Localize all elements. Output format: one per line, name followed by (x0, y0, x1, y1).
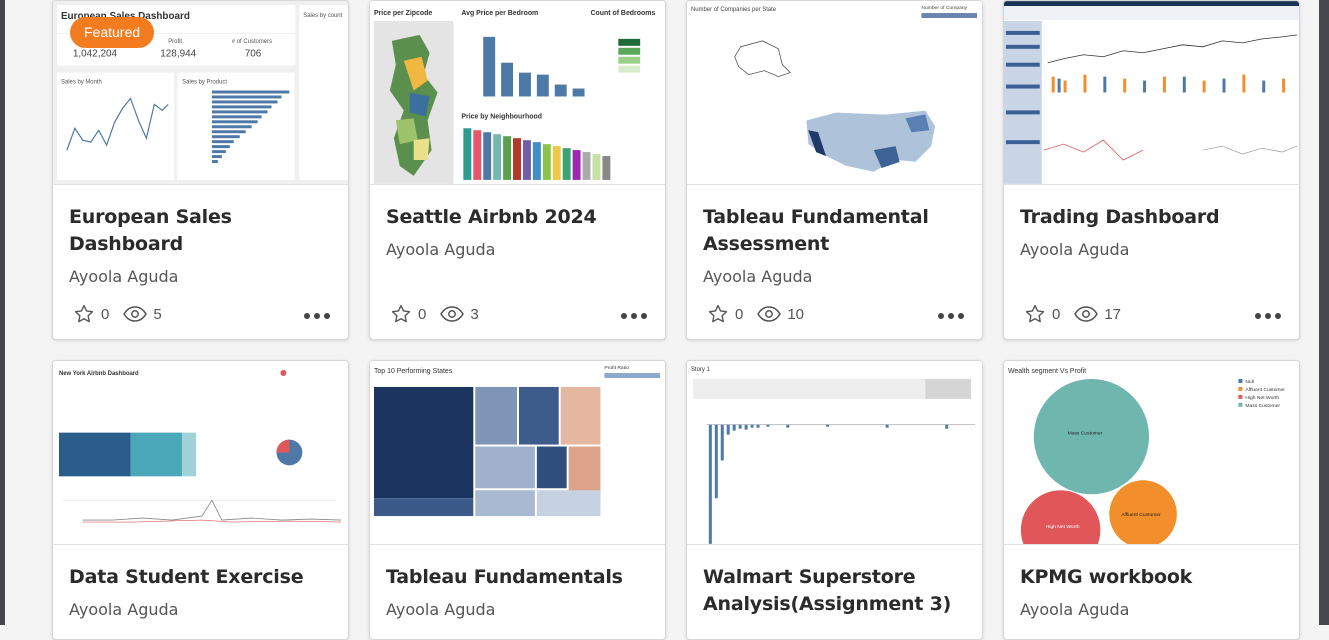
eye-icon (757, 306, 782, 322)
svg-text:Avg Price per Bedroom: Avg Price per Bedroom (461, 10, 538, 17)
svg-text:1,042,204: 1,042,204 (73, 49, 118, 60)
svg-text:New York Airbnb Dashboard: New York Airbnb Dashboard (59, 371, 139, 377)
workbook-card-seattle-airbnb[interactable]: Price per Zipcode Avg Price per Bedroom … (369, 0, 666, 340)
svg-text:Profit: Profit (168, 39, 182, 45)
workbook-card-tableau-fundamentals[interactable]: Top 10 Performing States Profit Ratio Ta… (369, 360, 666, 640)
favorite-button[interactable]: 0 (1024, 303, 1060, 325)
svg-text:Count of Bedrooms: Count of Bedrooms (591, 10, 656, 17)
workbook-thumbnail[interactable]: Number of Companies per State Number of … (687, 1, 982, 185)
svg-text:Affluent Customer: Affluent Customer (1121, 512, 1161, 518)
more-options-button[interactable] (304, 313, 330, 319)
svg-text:128,944: 128,944 (160, 49, 196, 60)
workbook-card-european-sales[interactable]: European Sales Dashboard Profit # of Cus… (52, 0, 349, 340)
views: 10 (757, 305, 804, 323)
workbook-thumbnail[interactable]: New York Airbnb Dashboard (53, 361, 348, 545)
star-icon (391, 304, 411, 323)
workbook-title[interactable]: Data Student Exercise (69, 564, 332, 591)
workbook-card-kpmg[interactable]: Wealth segment Vs Profit Mass Customer H… (1003, 360, 1300, 640)
favorite-button[interactable]: 0 (390, 303, 426, 325)
svg-text:Price by Neighbourhood: Price by Neighbourhood (461, 113, 542, 120)
svg-text:Mass Customer: Mass Customer (1068, 431, 1103, 437)
svg-text:Price per Zipcode: Price per Zipcode (374, 10, 432, 17)
svg-text:Number of Company: Number of Company (921, 5, 967, 11)
workbook-thumbnail[interactable] (1004, 1, 1299, 185)
views: 17 (1074, 305, 1121, 323)
svg-text:High Net Worth: High Net Worth (1245, 395, 1279, 401)
svg-text:Sales by count: Sales by count (303, 13, 342, 19)
favorite-button[interactable]: 0 (707, 303, 743, 325)
workbook-thumbnail[interactable]: Price per Zipcode Avg Price per Bedroom … (370, 1, 665, 185)
star-icon (74, 304, 94, 323)
svg-text:Top 10 Performing States: Top 10 Performing States (374, 368, 453, 375)
view-count: 5 (153, 305, 162, 323)
workbook-card-walmart-superstore[interactable]: Story 1 Walmart Superstore Analysis(Assi… (686, 360, 983, 640)
more-options-button[interactable] (938, 313, 964, 319)
favorite-count: 0 (418, 305, 427, 323)
workbook-author[interactable]: Ayoola Aguda (386, 240, 649, 259)
svg-text:# of Customers: # of Customers (232, 39, 272, 45)
workbook-thumbnail[interactable]: Top 10 Performing States Profit Ratio (370, 361, 665, 545)
svg-text:Affluent Customer: Affluent Customer (1245, 387, 1285, 393)
favorite-button[interactable]: 0 (73, 303, 109, 325)
svg-text:High Net Worth: High Net Worth (1046, 524, 1080, 530)
workbook-card-data-student-exercise[interactable]: New York Airbnb Dashboard Data Student E… (52, 360, 349, 640)
featured-badge: Featured (70, 17, 155, 48)
favorite-count: 0 (101, 305, 110, 323)
workbook-thumbnail[interactable]: Wealth segment Vs Profit Mass Customer H… (1004, 361, 1299, 545)
view-count: 3 (470, 305, 479, 323)
more-options-button[interactable] (621, 313, 647, 319)
svg-text:706: 706 (245, 49, 262, 60)
workbook-title[interactable]: Trading Dashboard (1020, 204, 1283, 231)
workbook-author[interactable]: Ayoola Aguda (1020, 600, 1283, 619)
window-frame-right (1319, 0, 1329, 625)
workbook-card-trading-dashboard[interactable]: Trading Dashboard Ayoola Aguda 0 17 (1003, 0, 1300, 340)
workbook-title[interactable]: KPMG workbook (1020, 564, 1283, 591)
workbook-author[interactable]: Ayoola Aguda (1020, 240, 1283, 259)
workbook-stats: 0 5 (73, 303, 176, 325)
workbook-card-tableau-fundamental-assessment[interactable]: Number of Companies per State Number of … (686, 0, 983, 340)
svg-text:Number of Companies per State: Number of Companies per State (691, 7, 777, 13)
workbook-title[interactable]: Walmart Superstore Analysis(Assignment 3… (703, 564, 966, 618)
workbook-thumbnail[interactable]: Story 1 (687, 361, 982, 545)
workbook-stats: 0 3 (390, 303, 493, 325)
views: 5 (123, 305, 162, 323)
workbook-title[interactable]: European Sales Dashboard (69, 204, 332, 258)
eye-icon (440, 306, 465, 322)
svg-text:Wealth segment Vs Profit: Wealth segment Vs Profit (1008, 368, 1086, 375)
eye-icon (1074, 306, 1099, 322)
workbook-thumbnail[interactable]: European Sales Dashboard Profit # of Cus… (53, 1, 348, 185)
workbook-author[interactable]: Ayoola Aguda (69, 267, 332, 286)
workbook-author[interactable]: Ayoola Aguda (69, 600, 332, 619)
more-options-button[interactable] (1255, 313, 1281, 319)
favorite-count: 0 (735, 305, 744, 323)
workbook-author[interactable]: Ayoola Aguda (703, 267, 966, 286)
star-icon (1025, 304, 1045, 323)
view-count: 17 (1104, 305, 1122, 323)
svg-text:Sales by Month: Sales by Month (61, 80, 102, 86)
workbook-title[interactable]: Seattle Airbnb 2024 (386, 204, 649, 231)
svg-text:Null: Null (1245, 379, 1254, 385)
workbook-stats: 0 17 (1024, 303, 1135, 325)
workbook-title[interactable]: Tableau Fundamentals (386, 564, 649, 591)
view-count: 10 (787, 305, 805, 323)
favorite-count: 0 (1052, 305, 1061, 323)
workbook-stats: 0 10 (707, 303, 818, 325)
svg-text:Profit Ratio: Profit Ratio (604, 365, 629, 371)
views: 3 (440, 305, 479, 323)
svg-text:Sales by Product: Sales by Product (182, 80, 227, 86)
eye-icon (123, 306, 148, 322)
svg-text:Story 1: Story 1 (691, 367, 711, 373)
window-frame-left (0, 0, 5, 625)
svg-text:Mass Customer: Mass Customer (1245, 403, 1280, 409)
workbook-author[interactable]: Ayoola Aguda (386, 600, 649, 619)
workbook-title[interactable]: Tableau Fundamental Assessment (703, 204, 966, 258)
star-icon (708, 304, 728, 323)
